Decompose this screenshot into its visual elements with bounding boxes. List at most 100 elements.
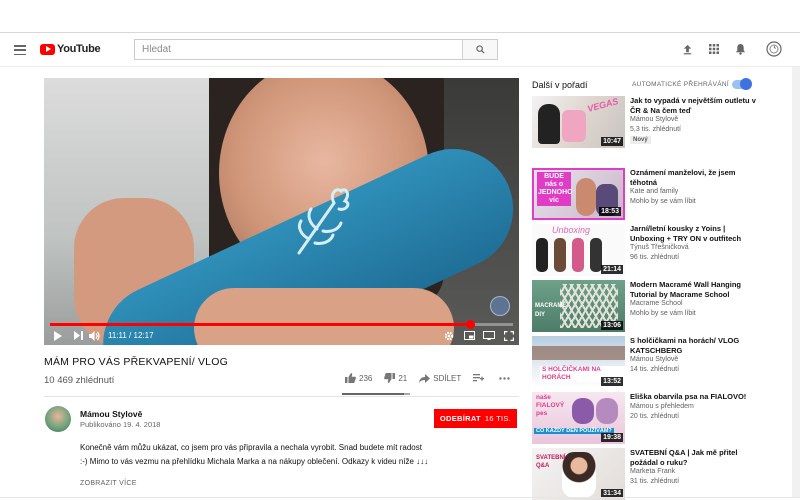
search-icon — [475, 45, 485, 54]
upload-icon[interactable] — [680, 42, 694, 56]
next-button[interactable] — [70, 326, 86, 345]
subscribe-label: ODEBÍRAT — [439, 414, 481, 423]
video-meta: 20 tis. zhlédnutí — [630, 413, 680, 420]
autoplay-toggle[interactable] — [732, 78, 752, 90]
cast-icon — [483, 331, 495, 340]
video-thumbnail[interactable]: S HOLČIČKAMI NA HORÁCH 13:52 — [532, 336, 625, 388]
video-duration: 13:52 — [601, 377, 623, 386]
video-player[interactable]: 11:11 / 12:17 — [44, 78, 519, 345]
settings-button[interactable] — [439, 326, 459, 345]
up-next-item[interactable]: Unboxing 21:14 Jarní/letní kousky z Yoin… — [532, 224, 762, 278]
video-duration: 19:38 — [601, 433, 623, 442]
apps-icon[interactable] — [707, 42, 721, 56]
thumb-text: SVATEBNÍ Q&A — [536, 455, 566, 469]
youtube-logo[interactable]: YouTube — [40, 43, 101, 55]
like-count: 236 — [359, 373, 373, 383]
video-actions: 236 21 SDÍLET — [345, 373, 525, 383]
video-duration: 18:53 — [599, 207, 621, 216]
video-duration: 21:14 — [601, 265, 623, 274]
logo-text: YouTube — [57, 43, 101, 55]
description-line: Konečně vám můžu ukázat, co jsem pro vás… — [80, 443, 422, 452]
more-horizontal-icon — [499, 376, 510, 380]
next-icon — [73, 331, 83, 340]
search-input[interactable] — [135, 40, 462, 59]
video-title[interactable]: Jarní/letní kousky z Yoins | Unboxing + … — [630, 224, 760, 243]
miniplayer-button[interactable] — [459, 326, 479, 345]
channel-name[interactable]: Mámou Stylově — [80, 409, 142, 419]
publish-date: Publikováno 19. 4. 2018 — [80, 420, 161, 429]
new-badge: Nový — [630, 136, 651, 144]
channel-name[interactable]: Kate and family — [630, 188, 678, 195]
channel-avatar[interactable] — [45, 406, 71, 432]
channel-name[interactable]: Mámou Stylově — [630, 116, 678, 123]
subscriber-count: 16 TIS. — [484, 414, 512, 423]
channel-name[interactable]: Týnuš Třešničková — [630, 244, 689, 251]
channel-name[interactable]: Macrame School — [630, 300, 683, 307]
video-meta: 96 tis. zhlédnutí — [630, 254, 680, 261]
video-title[interactable]: Jak to vypadá v největším outletu v ČR &… — [630, 96, 760, 115]
video-title[interactable]: Eliška obarvila psa na FIALOVO! — [630, 392, 760, 402]
search-box — [134, 39, 498, 60]
channel-name[interactable]: Mámou Stylově — [630, 356, 678, 363]
gear-icon — [444, 331, 454, 340]
channel-name[interactable]: Mámou s přehledem — [630, 403, 694, 410]
thumb-text: BUDE nás o JEDNOHO víc — [537, 172, 573, 206]
youtube-play-icon — [40, 43, 55, 55]
up-next-item[interactable]: SVATEBNÍ Q&A 31:34 SVATEBNÍ Q&A | Jak mě… — [532, 448, 762, 500]
notifications-bell-icon[interactable] — [733, 42, 747, 56]
page-scrollbar[interactable] — [792, 67, 800, 497]
play-icon — [53, 330, 62, 341]
like-ratio-bar — [342, 393, 410, 395]
playlist-add-icon — [473, 373, 485, 381]
channel-watermark[interactable] — [490, 296, 510, 316]
fullscreen-button[interactable] — [499, 326, 519, 345]
player-controls: 11:11 / 12:17 — [44, 326, 519, 345]
dislike-count: 21 — [398, 373, 408, 383]
subscribe-button[interactable]: ODEBÍRAT 16 TIS. — [434, 409, 517, 428]
up-next-item[interactable]: MACRAMÉ DIY 13:06 Modern Macramé Wall Ha… — [532, 280, 762, 334]
dislike-button[interactable]: 21 — [384, 373, 407, 383]
more-actions-button[interactable] — [499, 376, 513, 380]
like-ratio-fill — [342, 393, 404, 395]
show-more-link[interactable]: ZOBRAZIT VÍCE — [80, 480, 137, 487]
video-duration: 13:06 — [601, 321, 623, 330]
video-title: MÁM PRO VÁS PŘEKVAPENÍ/ VLOG — [44, 356, 228, 368]
video-thumbnail[interactable]: BUDE nás o JEDNOHO víc 18:53 — [532, 168, 625, 220]
video-title[interactable]: Oznámení manželovi, že jsem těhotná — [630, 168, 760, 187]
up-next-item[interactable]: S HOLČIČKAMI NA HORÁCH 13:52 S holčičkam… — [532, 336, 762, 390]
miniplayer-icon — [463, 331, 475, 340]
video-thumbnail[interactable]: VEGAS 10:47 — [532, 96, 625, 148]
volume-icon — [88, 330, 100, 341]
account-avatar-icon[interactable] — [765, 40, 783, 58]
video-meta: Mohlo by se vám líbit — [630, 310, 696, 317]
masthead: YouTube — [0, 33, 800, 67]
video-thumbnail[interactable]: SVATEBNÍ Q&A 31:34 — [532, 448, 625, 500]
autoplay-label: AUTOMATICKÉ PŘEHRÁVÁNÍ — [632, 81, 730, 88]
up-next-item[interactable]: naše FIALOVÝ pes CO KAŽDÝ DEN POUŽÍVÁM? … — [532, 392, 762, 446]
share-button[interactable]: SDÍLET — [419, 373, 461, 383]
page-bottom-divider — [0, 497, 800, 498]
like-button[interactable]: 236 — [345, 373, 372, 383]
divider — [44, 396, 519, 397]
search-button[interactable] — [462, 40, 497, 59]
thumb-text: naše FIALOVÝ pes — [536, 394, 565, 417]
channel-name[interactable]: Marketa Frank — [630, 468, 675, 475]
video-duration: 10:47 — [601, 137, 623, 146]
video-title[interactable]: S holčičkami na horách/ VLOG KATSCHBERG — [630, 336, 760, 355]
video-title[interactable]: Modern Macramé Wall Hanging Tutorial by … — [630, 280, 760, 299]
video-thumbnail[interactable]: Unboxing 21:14 — [532, 224, 625, 276]
play-button[interactable] — [44, 326, 70, 345]
add-to-playlist-button[interactable] — [473, 373, 487, 383]
video-thumbnail[interactable]: naše FIALOVÝ pes CO KAŽDÝ DEN POUŽÍVÁM? … — [532, 392, 625, 444]
video-meta: 5,3 tis. zhlédnutí — [630, 126, 681, 133]
video-meta: 14 tis. zhlédnutí — [630, 366, 680, 373]
description-line: :-) Mimo to vás vezmu na přehlídku Micha… — [80, 457, 429, 466]
up-next-item[interactable]: BUDE nás o JEDNOHO víc 18:53 Oznámení ma… — [532, 168, 762, 222]
up-next-header: Další v pořadí AUTOMATICKÉ PŘEHRÁVÁNÍ — [532, 78, 762, 94]
menu-icon[interactable] — [14, 45, 26, 56]
volume-button[interactable] — [86, 326, 102, 345]
up-next-item[interactable]: VEGAS 10:47 Jak to vypadá v největším ou… — [532, 96, 762, 150]
video-title[interactable]: SVATEBNÍ Q&A | Jak mě přitel požádal o r… — [630, 448, 760, 467]
cast-button[interactable] — [479, 326, 499, 345]
video-thumbnail[interactable]: MACRAMÉ DIY 13:06 — [532, 280, 625, 332]
